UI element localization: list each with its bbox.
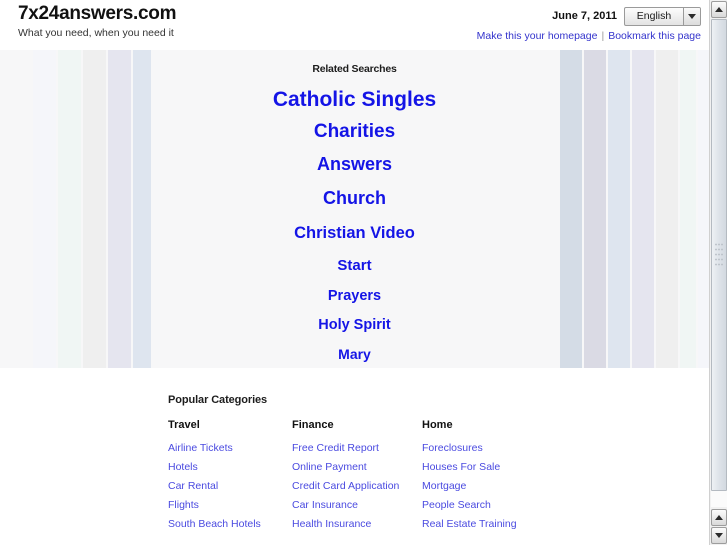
scroll-down-arrow-icon[interactable] [711,527,727,544]
category-link[interactable]: Health Insurance [292,518,371,530]
category-link[interactable]: Flights [168,499,199,511]
related-search-link[interactable]: Catholic Singles [273,83,436,116]
category-heading: Home [422,419,453,431]
related-search-link[interactable]: Answers [317,148,392,181]
category-list-item: Real Estate Training [422,514,546,533]
category-list-item: Car Rental [168,476,292,495]
category-column: Travel Airline Tickets Hotels Car Rental Fli… [168,418,292,533]
current-date: June 7, 2011 [552,10,617,22]
category-heading: Finance [292,419,334,431]
related-searches-title: Related Searches [312,63,397,75]
category-list-item: Hotels [168,457,292,476]
header-utilities: June 7, 2011 English Make this your home… [477,6,701,43]
site-title: 7x24answers.com [18,3,177,24]
category-link[interactable]: Free Credit Report [292,442,379,454]
category-link[interactable]: Real Estate Training [422,518,517,530]
related-searches-content: Related Searches Catholic Singles Chariti… [0,50,709,368]
category-link[interactable]: Mortgage [422,480,466,492]
related-search-link[interactable]: Church [323,181,386,216]
category-list-item: South Beach Hotels [168,514,292,533]
category-link[interactable]: Credit Card Application [292,480,399,492]
related-search-item: Answers [0,148,709,181]
category-link[interactable]: Online Payment [292,461,367,473]
category-link[interactable]: Houses For Sale [422,461,500,473]
category-column: Finance Free Credit Report Online Payment C… [292,418,422,533]
related-search-link[interactable]: Christian Video [294,216,415,250]
related-search-link[interactable]: Mary [338,340,371,368]
related-searches-list: Catholic Singles Charities Answers Church Ch… [0,83,709,368]
category-link[interactable]: Car Rental [168,480,218,492]
category-link[interactable]: Foreclosures [422,442,483,454]
popular-categories-title: Popular Categories [168,394,268,406]
header-links-row: Make this your homepage | Bookmark this pa… [477,29,701,43]
language-select-value: English [636,10,672,22]
category-list-item: Car Insurance [292,495,422,514]
related-search-item: Mary [0,340,709,368]
category-list-item: Credit Card Application [292,476,422,495]
scroll-up-arrow-icon[interactable] [711,1,727,18]
related-search-link[interactable]: Start [337,250,371,282]
scrollbar-thumb[interactable] [711,19,727,491]
popular-categories-columns: Travel Airline Tickets Hotels Car Rental Fli… [168,418,608,533]
site-branding: 7x24answers.com What you need, when you … [18,3,176,40]
header-link-separator: | [601,30,605,42]
header-date-language-row: June 7, 2011 English [477,6,701,26]
category-list-item: Free Credit Report [292,438,422,457]
category-list-item: Mortgage [422,476,546,495]
related-searches-panel: Related Searches Catholic Singles Chariti… [0,50,709,368]
category-list-item: Flights [168,495,292,514]
related-search-link[interactable]: Holy Spirit [318,311,391,340]
related-search-item: Charities [0,116,709,148]
category-link[interactable]: Airline Tickets [168,442,233,454]
scrollbar-grip-icon [714,242,724,268]
page-header: 7x24answers.com What you need, when you … [0,0,709,48]
related-search-item: Holy Spirit [0,311,709,340]
category-link[interactable]: South Beach Hotels [168,518,261,530]
vertical-scrollbar[interactable] [709,0,727,545]
related-search-item: Catholic Singles [0,83,709,116]
related-search-link[interactable]: Prayers [328,282,381,311]
popular-categories: Popular Categories Travel Airline Tickets… [168,394,608,533]
related-search-link[interactable]: Charities [314,116,395,148]
category-list-item: Online Payment [292,457,422,476]
make-homepage-link[interactable]: Make this your homepage [477,30,598,42]
category-list-item: Foreclosures [422,438,546,457]
category-link[interactable]: People Search [422,499,491,511]
related-search-item: Church [0,181,709,216]
page-root: 7x24answers.com What you need, when you … [0,0,727,545]
category-link-list: Free Credit Report Online Payment Credit C… [292,438,422,533]
category-column: Home Foreclosures Houses For Sale Mortgage P… [422,418,546,533]
category-list-item: Houses For Sale [422,457,546,476]
scroll-up-arrow-icon-bottom[interactable] [711,509,727,526]
site-tagline: What you need, when you need it [18,27,174,39]
bookmark-page-link[interactable]: Bookmark this page [608,30,701,42]
category-list-item: Airline Tickets [168,438,292,457]
category-link[interactable]: Car Insurance [292,499,358,511]
category-heading: Travel [168,419,200,431]
related-search-item: Christian Video [0,216,709,250]
category-list-item: Health Insurance [292,514,422,533]
category-list-item: People Search [422,495,546,514]
chevron-down-icon[interactable] [683,7,700,25]
category-link-list: Airline Tickets Hotels Car Rental Flights So… [168,438,292,533]
scrollbar-track[interactable] [711,19,727,507]
related-search-item: Prayers [0,282,709,311]
category-link[interactable]: Hotels [168,461,198,473]
category-link-list: Foreclosures Houses For Sale Mortgage Peopl… [422,438,546,533]
related-search-item: Start [0,250,709,282]
language-select[interactable]: English [624,6,701,26]
